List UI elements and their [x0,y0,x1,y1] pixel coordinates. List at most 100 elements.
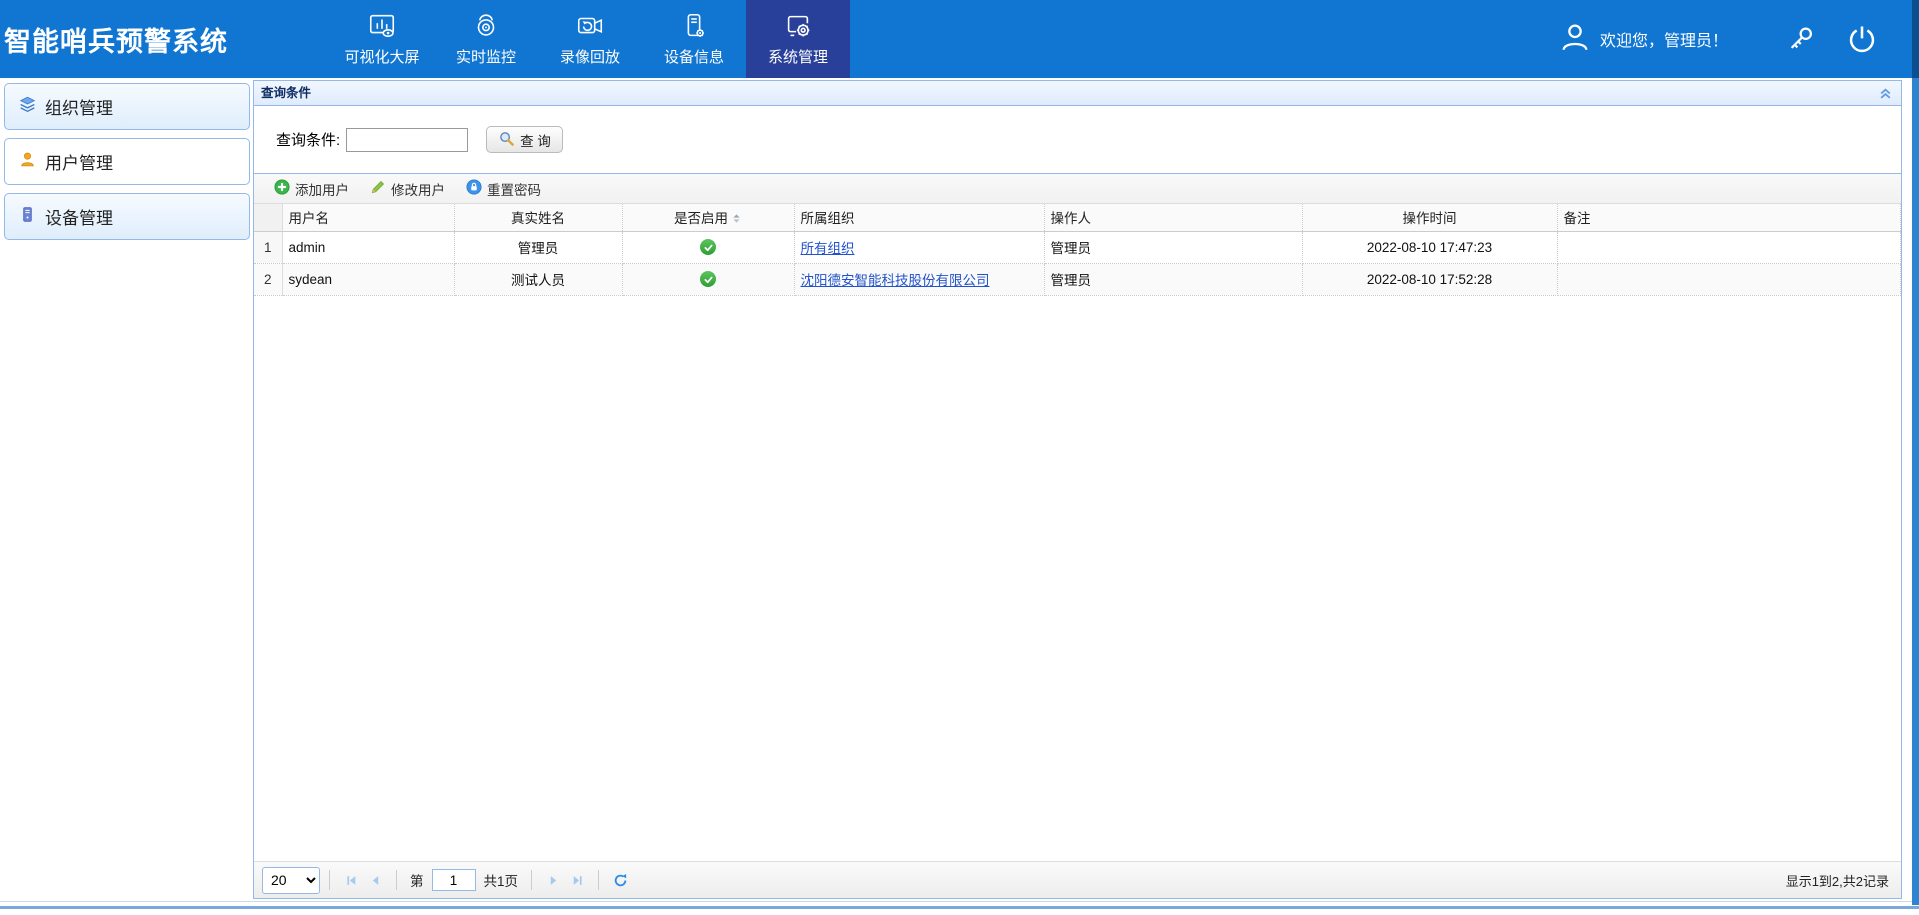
nav-item-playback[interactable]: 录像回放 [538,0,642,78]
col-header-org[interactable]: 所属组织 [794,204,1044,231]
cell-username: admin [282,231,454,263]
prev-page-button[interactable] [363,868,387,892]
separator [329,870,330,890]
enabled-check-icon [700,239,716,255]
app-title: 智能哨兵预警系统 [0,20,330,59]
add-user-label: 添加用户 [295,179,349,199]
nav-item-system-management[interactable]: 系统管理 [746,0,850,78]
nav-item-visual-screen[interactable]: 可视化大屏 [330,0,434,78]
cell-enabled [622,231,794,263]
col-header-remark[interactable]: 备注 [1557,204,1901,231]
cell-org: 所有组织 [794,231,1044,263]
main-content-panel: 查询条件 查询条件: 查 询 [253,80,1902,899]
current-page-input[interactable] [432,869,476,891]
ptz-camera-icon [471,11,501,41]
pencil-icon [370,179,386,198]
cell-username: sydean [282,263,454,295]
pager-info-text: 显示1到2,共2记录 [1786,871,1901,890]
window-scrollbar-strip[interactable] [1912,78,1919,905]
edit-user-label: 修改用户 [391,179,445,199]
sidebar-item-organization[interactable]: 组织管理 [4,83,250,130]
col-header-username[interactable]: 用户名 [282,204,454,231]
users-datagrid: 用户名 真实姓名 是否启用 所属组织 操作人 操作时间 备注 1 admin 管… [254,204,1901,296]
query-input[interactable] [346,128,468,152]
cell-org: 沈阳德安智能科技股份有限公司 [794,263,1044,295]
lock-badge-icon [466,179,482,198]
app-window: 智能哨兵预警系统 可视化大屏 [0,0,1919,915]
separator [598,870,599,890]
nav-label: 设备信息 [664,46,724,67]
change-password-key-icon[interactable] [1786,24,1816,54]
main-nav: 可视化大屏 实时监控 [330,0,850,78]
sidebar-accordion: 组织管理 用户管理 设备管理 [4,83,250,248]
device-tower-icon [679,11,709,41]
cell-time: 2022-08-10 17:52:28 [1302,263,1557,295]
separator [396,870,397,890]
pagination-bar: 20 第 共1页 显示1到2,共2记录 [254,861,1901,898]
cell-time: 2022-08-10 17:47:23 [1302,231,1557,263]
cell-operator: 管理员 [1044,263,1302,295]
nav-item-live-monitor[interactable]: 实时监控 [434,0,538,78]
org-link[interactable]: 所有组织 [801,241,855,256]
cell-realname: 测试人员 [454,263,622,295]
sidebar-item-label: 设备管理 [45,204,113,229]
cell-remark [1557,231,1901,263]
logout-power-icon[interactable] [1846,23,1878,55]
cell-operator: 管理员 [1044,231,1302,263]
row-index: 1 [254,231,282,263]
cell-remark [1557,263,1901,295]
query-panel-title: 查询条件 [261,86,311,100]
page-size-select[interactable]: 20 [262,867,320,894]
user-area: 欢迎您，管理员！ [1558,20,1912,59]
video-playback-icon [575,11,605,41]
window-edge-top [1912,0,1919,78]
magnifier-icon [498,130,515,150]
content-bottom-border [0,901,1912,902]
system-settings-icon [783,11,813,41]
page-label-prefix: 第 [410,870,424,890]
col-header-operator[interactable]: 操作人 [1044,204,1302,231]
reset-password-label: 重置密码 [487,179,541,199]
search-button[interactable]: 查 询 [486,126,563,153]
server-icon [19,206,36,228]
edit-user-button[interactable]: 修改用户 [365,176,450,202]
add-user-button[interactable]: 添加用户 [269,176,354,202]
org-link[interactable]: 沈阳德安智能科技股份有限公司 [801,273,990,288]
nav-label: 录像回放 [560,46,620,67]
sidebar-item-users[interactable]: 用户管理 [4,138,250,185]
grid-toolbar: 添加用户 修改用户 重 [254,174,1901,204]
col-header-index [254,204,282,231]
top-header-bar: 智能哨兵预警系统 可视化大屏 [0,0,1912,78]
nav-label: 实时监控 [456,46,516,67]
user-avatar-icon [1558,20,1592,59]
next-page-button[interactable] [541,868,565,892]
welcome-text: 欢迎您，管理员！ [1600,27,1728,51]
table-row[interactable]: 1 admin 管理员 所有组织 管理员 2022-08-10 17:47:23 [254,231,1901,263]
cell-enabled [622,263,794,295]
col-header-realname[interactable]: 真实姓名 [454,204,622,231]
nav-label: 可视化大屏 [344,46,419,67]
nav-label: 系统管理 [768,46,828,67]
enabled-check-icon [700,271,716,287]
bottom-blue-line [0,906,1919,909]
query-field-label: 查询条件: [276,129,340,150]
add-plus-icon [274,179,290,198]
col-header-time[interactable]: 操作时间 [1302,204,1557,231]
query-form: 查询条件: 查 询 [254,106,1901,174]
dashboard-screen-icon [367,11,397,41]
sidebar-item-label: 用户管理 [45,149,113,174]
sidebar-item-devices[interactable]: 设备管理 [4,193,250,240]
search-button-label: 查 询 [520,130,551,150]
col-header-enabled[interactable]: 是否启用 [622,204,794,231]
collapse-panel-icon[interactable] [1878,86,1893,101]
user-orange-icon [19,151,36,173]
nav-item-device-info[interactable]: 设备信息 [642,0,746,78]
reset-password-button[interactable]: 重置密码 [461,176,546,202]
first-page-button[interactable] [339,868,363,892]
table-row[interactable]: 2 sydean 测试人员 沈阳德安智能科技股份有限公司 管理员 2022-08… [254,263,1901,295]
cell-realname: 管理员 [454,231,622,263]
sort-icon[interactable] [731,212,742,228]
refresh-button[interactable] [608,868,632,892]
last-page-button[interactable] [565,868,589,892]
layers-icon [19,96,36,118]
